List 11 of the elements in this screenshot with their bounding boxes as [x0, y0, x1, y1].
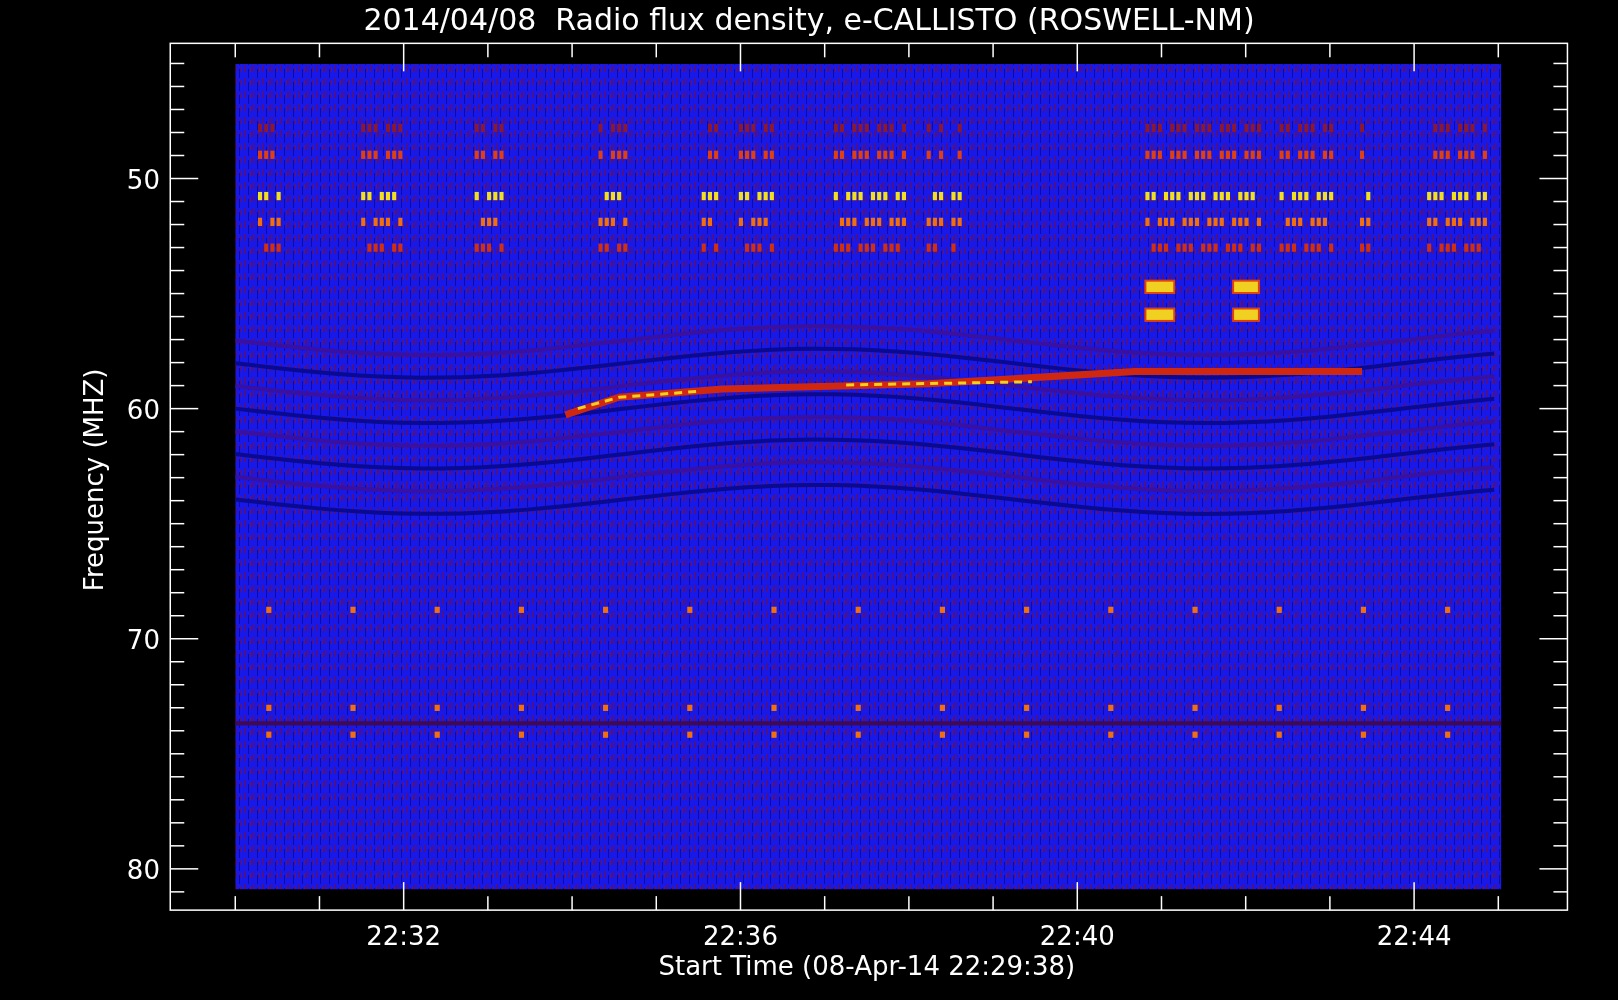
tick-label: 22:40 [1039, 921, 1115, 952]
tick-label: 22:32 [366, 921, 442, 952]
axis-label: Frequency (MHZ) [79, 368, 110, 592]
tick-label: 22:44 [1376, 921, 1452, 952]
tick-label: 22:36 [703, 921, 778, 952]
plot-title: 2014/04/08 Radio flux density, e-CALLISTO (ROSWELL-NM) [363, 2, 1255, 37]
tick-label: 70 [126, 624, 160, 655]
tick-label: 60 [126, 394, 160, 425]
tick-label: 80 [126, 854, 160, 885]
tick-label: 50 [126, 164, 160, 195]
axis-label: Start Time (08-Apr-14 22:29:38) [658, 951, 1076, 982]
